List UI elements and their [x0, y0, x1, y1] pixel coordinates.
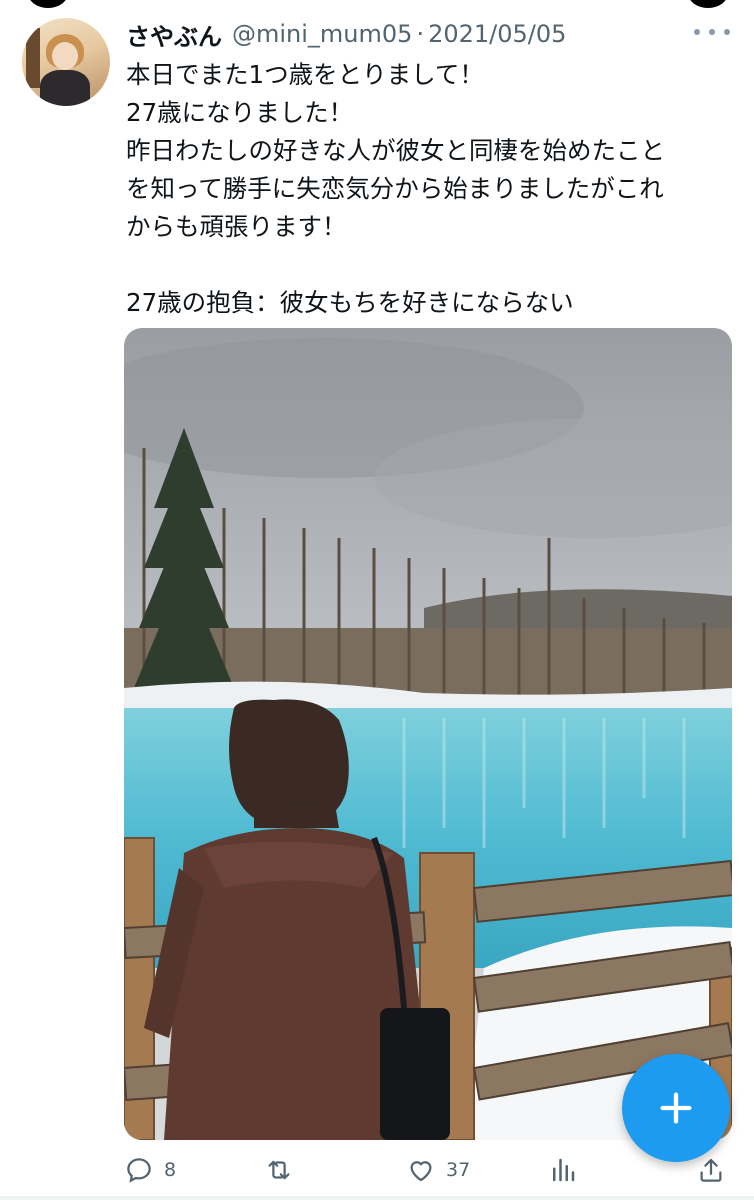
- tweet-actions: 8 37: [124, 1150, 732, 1190]
- tweet-date[interactable]: 2021/05/05: [428, 20, 566, 48]
- top-edge-shape: [688, 0, 728, 8]
- reply-button[interactable]: 8: [124, 1150, 176, 1190]
- like-count: 37: [446, 1159, 471, 1181]
- avatar[interactable]: [22, 18, 110, 106]
- plus-icon: [660, 1092, 692, 1124]
- tweet-text: 本日でまた1つ歳をとりまして！ 27歳になりました！ 昨日わたしの好きな人が彼女…: [126, 60, 665, 317]
- separator-dot: ·: [416, 20, 425, 48]
- display-name[interactable]: さやぶん: [126, 17, 222, 52]
- reply-count: 8: [164, 1159, 177, 1181]
- tweet-photo[interactable]: [124, 328, 732, 1140]
- retweet-button[interactable]: [264, 1150, 304, 1190]
- divider: [0, 1196, 754, 1200]
- top-edge-shape: [28, 0, 68, 8]
- reply-icon: [127, 1158, 151, 1183]
- compose-tweet-button[interactable]: [622, 1054, 730, 1162]
- user-handle[interactable]: @mini_mum05: [232, 20, 412, 48]
- share-icon: [700, 1158, 722, 1182]
- analytics-icon: [553, 1158, 575, 1182]
- more-options-icon[interactable]: [694, 20, 730, 44]
- tweet-header: さやぶん @mini_mum05 · 2021/05/05: [126, 14, 686, 54]
- retweet-icon: [268, 1160, 290, 1180]
- heart-icon: [410, 1161, 432, 1182]
- analytics-button[interactable]: [548, 1150, 578, 1190]
- like-button[interactable]: 37: [406, 1150, 470, 1190]
